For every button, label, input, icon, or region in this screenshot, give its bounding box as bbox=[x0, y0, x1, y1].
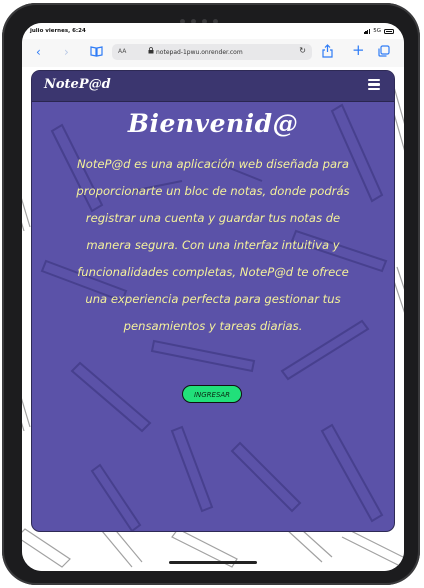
tablet-frame: julio viernes, 6:24 5G ‹ › AA notepad-1p… bbox=[2, 3, 420, 585]
hamburger-menu-icon[interactable] bbox=[368, 79, 380, 90]
share-icon[interactable] bbox=[322, 44, 333, 61]
ingresar-button[interactable]: INGRESAR bbox=[182, 385, 242, 403]
web-page: NoteP@d Bienvenid@ NoteP@d es una aplica… bbox=[22, 67, 404, 571]
chevron-left-icon[interactable]: ‹ bbox=[36, 45, 41, 59]
signal-icon bbox=[363, 28, 371, 34]
status-time: julio viernes, 6:24 bbox=[30, 28, 86, 34]
home-indicator bbox=[169, 561, 257, 564]
lock-icon bbox=[148, 47, 154, 56]
text-size-button[interactable]: AA bbox=[118, 48, 126, 55]
browser-toolbar: ‹ › AA notepad-1pwu.onrender.com ↻ + bbox=[22, 39, 404, 68]
plus-icon[interactable]: + bbox=[352, 43, 365, 58]
camera-housing bbox=[180, 9, 240, 24]
book-icon[interactable] bbox=[90, 46, 103, 60]
intro-text: NoteP@d es una aplicación web diseñada p… bbox=[76, 157, 350, 333]
tablet-screen: julio viernes, 6:24 5G ‹ › AA notepad-1p… bbox=[22, 23, 404, 571]
chevron-right-icon[interactable]: › bbox=[64, 45, 69, 59]
tabs-icon[interactable] bbox=[378, 45, 390, 60]
status-bar: julio viernes, 6:24 5G bbox=[22, 23, 404, 39]
welcome-card: NoteP@d Bienvenid@ NoteP@d es una aplica… bbox=[32, 71, 394, 531]
status-indicators: 5G bbox=[363, 28, 394, 34]
site-navbar: NoteP@d bbox=[32, 71, 394, 102]
url-text: notepad-1pwu.onrender.com bbox=[156, 48, 243, 56]
address-bar[interactable]: AA notepad-1pwu.onrender.com ↻ bbox=[112, 44, 312, 60]
page-title: Bienvenid@ bbox=[127, 109, 299, 138]
battery-icon bbox=[384, 28, 394, 34]
network-label: 5G bbox=[373, 28, 381, 34]
brand-logo[interactable]: NoteP@d bbox=[44, 77, 111, 92]
reload-icon[interactable]: ↻ bbox=[299, 46, 306, 55]
